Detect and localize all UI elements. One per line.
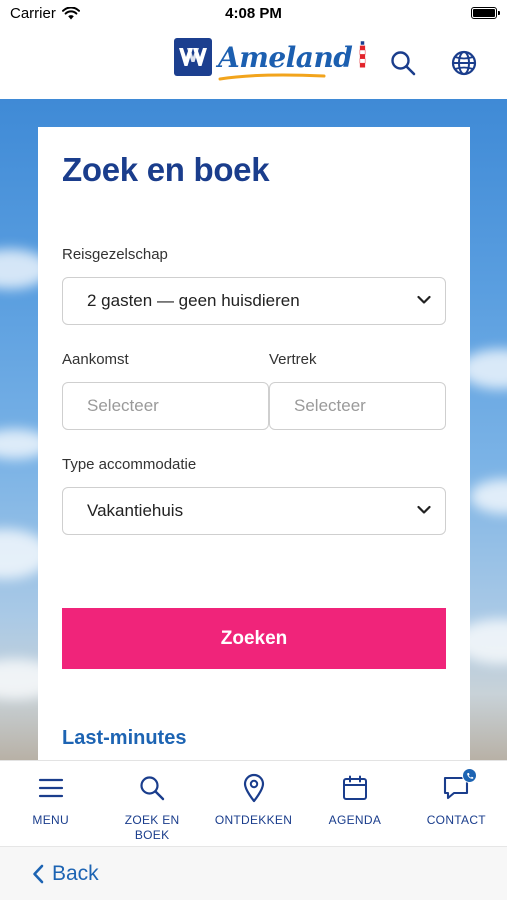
- arrival-label: Aankomst: [62, 351, 129, 368]
- tab-zoek-en-boek[interactable]: ZOEK EN BOEK: [101, 761, 202, 846]
- tab-menu[interactable]: MENU: [0, 761, 101, 846]
- type-value: Vakantiehuis: [87, 501, 184, 520]
- search-icon[interactable]: [388, 48, 418, 78]
- ameland-logo-text: Ameland: [218, 41, 353, 80]
- type-label: Type accommodatie: [62, 456, 197, 473]
- status-bar: Carrier 4:08 PM: [0, 0, 507, 26]
- tab-contact[interactable]: CONTACT: [406, 761, 507, 846]
- logo[interactable]: Ameland: [174, 38, 366, 80]
- departure-field[interactable]: Selecteer: [269, 382, 446, 430]
- chat-icon: [441, 768, 478, 803]
- accommodation-type-select[interactable]: Vakantiehuis: [62, 487, 446, 535]
- departure-placeholder: Selecteer: [294, 396, 366, 415]
- lighthouse-icon: [360, 41, 366, 68]
- search-icon: [137, 773, 167, 803]
- globe-icon[interactable]: [449, 48, 479, 78]
- phone-badge-icon: [462, 768, 478, 783]
- tab-bar: MENU ZOEK EN BOEK ONTDEKKEN AGENDA CONTA…: [0, 760, 507, 846]
- arrival-placeholder: Selecteer: [87, 396, 159, 415]
- menu-icon: [36, 773, 66, 803]
- page-title: Zoek en boek: [62, 151, 270, 188]
- party-value: 2 gasten — geen huisdieren: [87, 291, 300, 310]
- wifi-icon: [61, 6, 80, 19]
- tab-label: MENU: [32, 813, 69, 827]
- battery-icon: [471, 7, 500, 19]
- tab-ontdekken[interactable]: ONTDEKKEN: [203, 761, 304, 846]
- chevron-down-icon: [417, 505, 431, 514]
- calendar-icon: [340, 773, 370, 803]
- vvv-logo-icon: [174, 38, 212, 76]
- party-label: Reisgezelschap: [62, 246, 168, 263]
- tab-label: CONTACT: [426, 813, 486, 827]
- back-button[interactable]: Back: [0, 846, 507, 900]
- carrier-label: Carrier: [10, 4, 56, 22]
- tab-label: AGENDA: [328, 813, 382, 827]
- search-button[interactable]: Zoeken: [62, 608, 446, 669]
- app-header: Ameland: [0, 26, 507, 99]
- tab-label: ONTDEKKEN: [214, 813, 293, 827]
- search-card: Zoek en boek Reisgezelschap 2 gasten — g…: [38, 127, 470, 760]
- location-pin-icon: [239, 773, 269, 803]
- back-label: Back: [52, 861, 99, 885]
- arrival-field[interactable]: Selecteer: [62, 382, 269, 430]
- status-left: Carrier: [10, 5, 80, 22]
- chevron-down-icon: [417, 295, 431, 304]
- chevron-left-icon: [33, 864, 44, 883]
- tab-agenda[interactable]: AGENDA: [304, 761, 405, 846]
- tab-label: ZOEK EN BOEK: [124, 813, 180, 842]
- party-select[interactable]: 2 gasten — geen huisdieren: [62, 277, 446, 325]
- departure-label: Vertrek: [269, 351, 317, 368]
- last-minutes-link[interactable]: Last-minutes: [62, 727, 186, 750]
